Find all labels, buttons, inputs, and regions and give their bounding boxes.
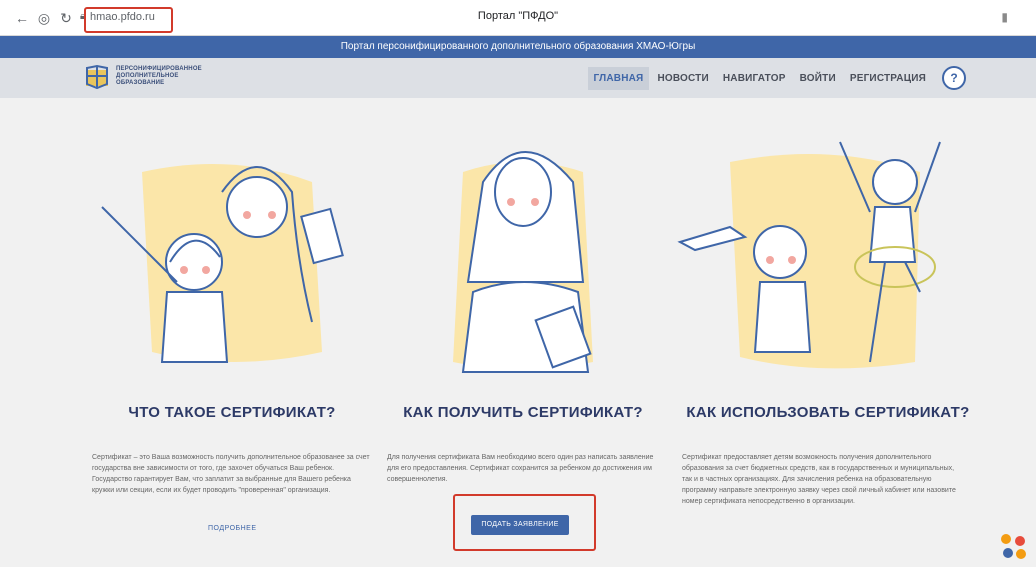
section-title: КАК ПОЛУЧИТЬ СЕРТИФИКАТ? [403, 404, 643, 421]
help-button[interactable]: ? [942, 66, 966, 90]
banner-text: Портал персонифицированного дополнительн… [340, 41, 696, 52]
section-text: Для получения сертификата Вам необходимо… [387, 454, 654, 483]
browser-toolbar: ← ◎ ↻ 🔒︎ hmao.pfdo.ru Портал "ПФДО" ▮ [0, 0, 1036, 36]
section-how-to-use-certificate: КАК ИСПОЛЬЗОВАТЬ СЕРТИФИКАТ? Сертификат … [670, 98, 986, 567]
nav-login[interactable]: ВОЙТИ [794, 67, 842, 90]
section-text: Сертификат – это Ваша возможность получи… [92, 454, 370, 494]
main-content: ЧТО ТАКОЕ СЕРТИФИКАТ? Сертификат – это В… [0, 98, 1036, 567]
portal-banner: Портал персонифицированного дополнительн… [0, 36, 1036, 58]
woman-writing-illustration [453, 151, 593, 373]
bookmark-icon[interactable]: ▮ [1001, 10, 1008, 24]
nav-home[interactable]: ГЛАВНАЯ [587, 66, 650, 90]
apply-highlight-box [453, 494, 596, 551]
mother-child-illustration [101, 164, 344, 363]
nav-register[interactable]: РЕГИСТРАЦИЯ [844, 67, 932, 90]
logo-line: ДОПОЛНИТЕЛЬНОЕ [116, 73, 179, 79]
section-what-is-certificate: ЧТО ТАКОЕ СЕРТИФИКАТ? Сертификат – это В… [82, 98, 382, 567]
logo-line: ОБРАЗОВАНИЕ [116, 80, 165, 86]
nav-navigator[interactable]: НАВИГАТОР [717, 67, 792, 90]
site-header: ПЕРСОНИФИЦИРОВАННОЕ ДОПОЛНИТЕЛЬНОЕ ОБРАЗ… [0, 58, 1036, 98]
logo-text[interactable]: ПЕРСОНИФИЦИРОВАННОЕ ДОПОЛНИТЕЛЬНОЕ ОБРАЗ… [116, 66, 202, 87]
children-activities-illustration [677, 141, 941, 369]
tab-title: Портал "ПФДО" [477, 10, 559, 22]
chat-widget-icon[interactable] [996, 529, 1030, 563]
logo-line: ПЕРСОНИФИЦИРОВАННОЕ [116, 66, 202, 72]
more-link[interactable]: ПОДРОБНЕЕ [208, 525, 257, 532]
section-title: КАК ИСПОЛЬЗОВАТЬ СЕРТИФИКАТ? [686, 404, 970, 421]
main-nav: ГЛАВНАЯ НОВОСТИ НАВИГАТОР ВОЙТИ РЕГИСТРА… [586, 58, 932, 98]
nav-news[interactable]: НОВОСТИ [651, 67, 714, 90]
section-text: Сертификат предоставляет детям возможнос… [682, 454, 956, 505]
logo-icon[interactable] [84, 64, 110, 90]
section-title: ЧТО ТАКОЕ СЕРТИФИКАТ? [128, 404, 336, 421]
